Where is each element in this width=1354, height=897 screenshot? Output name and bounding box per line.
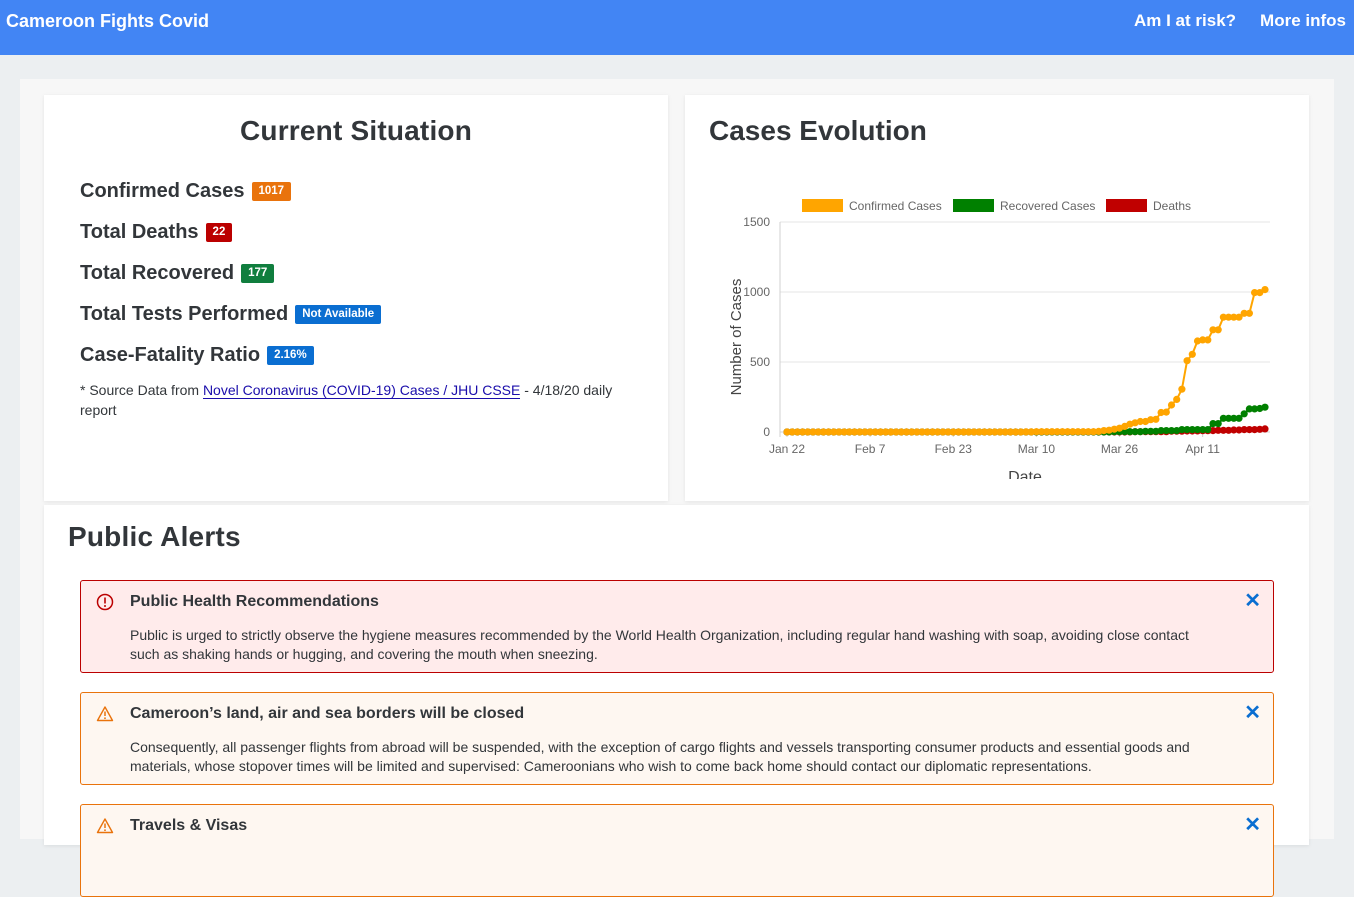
data-point (1214, 326, 1222, 334)
app-title[interactable]: Cameroon Fights Covid (6, 11, 209, 31)
stats-list: Confirmed Cases 1017 Total Deaths 22 Tot… (80, 171, 668, 376)
legend-label: Recovered Cases (1000, 199, 1095, 213)
source-prefix: * Source Data from (80, 382, 203, 398)
x-tick-label: Apr 11 (1185, 442, 1220, 456)
stat-total-tests: Total Tests Performed Not Available (80, 294, 668, 335)
cases-evolution-title: Cases Evolution (709, 115, 927, 146)
data-point (1261, 425, 1269, 433)
series-line (787, 288, 1266, 433)
data-point (1162, 408, 1170, 416)
top-navbar: Cameroon Fights Covid Am I at risk? More… (0, 0, 1354, 55)
data-point (1245, 309, 1253, 317)
data-point (1214, 420, 1222, 428)
main-content: Current Situation Confirmed Cases 1017 T… (20, 79, 1334, 897)
stat-label: Confirmed Cases (80, 180, 245, 202)
total-deaths-badge: 22 (205, 223, 233, 242)
stat-total-recovered: Total Recovered 177 (80, 253, 668, 294)
y-tick-label: 0 (763, 425, 770, 439)
alert-title: Public Health Recommendations (130, 593, 379, 610)
stat-label: Case-Fatality Ratio (80, 344, 261, 366)
data-point (1152, 415, 1160, 423)
alert-title: Cameroon’s land, air and sea borders wil… (130, 705, 525, 722)
data-point (1261, 286, 1269, 294)
legend-swatch (953, 199, 994, 212)
current-situation-card: Current Situation Confirmed Cases 1017 T… (44, 95, 668, 501)
stat-case-fatality-ratio: Case-Fatality Ratio 2.16% (80, 335, 668, 376)
stat-label: Total Deaths (80, 221, 199, 243)
data-point (1204, 336, 1212, 344)
close-icon[interactable]: ✕ (1244, 815, 1261, 835)
alert-borders-closed: Cameroon’s land, air and sea borders wil… (80, 692, 1274, 785)
stat-confirmed-cases: Confirmed Cases 1017 (80, 171, 668, 212)
data-point (1167, 401, 1176, 409)
stat-label: Total Recovered (80, 262, 235, 284)
y-axis-title: Number of Cases (728, 279, 745, 396)
x-tick-label: Feb 23 (935, 442, 973, 456)
current-situation-title: Current Situation (239, 115, 473, 146)
data-point (1183, 357, 1191, 365)
legend-label: Deaths (1153, 199, 1191, 213)
y-tick-label: 1000 (743, 285, 770, 299)
data-point (1188, 350, 1196, 358)
y-tick-label: 500 (750, 355, 770, 369)
source-note: * Source Data from Novel Coronavirus (CO… (80, 380, 640, 420)
legend-swatch (1106, 199, 1147, 212)
total-tests-badge: Not Available (295, 305, 382, 324)
alert-public-health: Public Health Recommendations ✕ Public i… (80, 580, 1274, 673)
warning-triangle-icon (96, 706, 114, 722)
data-point (1178, 385, 1186, 393)
alert-title: Travels & Visas (130, 817, 248, 834)
total-recovered-badge: 177 (241, 264, 275, 283)
legend-swatch (802, 199, 843, 212)
case-fatality-badge: 2.16% (267, 346, 314, 365)
cases-evolution-chart: 0 500 1000 1500 Jan 22 Feb 7 Feb 23 Mar 10 Mar 2… (728, 199, 1270, 479)
y-tick-label: 1500 (743, 215, 770, 229)
confirmed-cases-badge: 1017 (251, 182, 292, 201)
stat-label: Total Tests Performed (80, 303, 289, 325)
exclamation-circle-icon (96, 593, 114, 611)
nav-links: Am I at risk? More infos (1134, 11, 1346, 31)
x-tick-label: Mar 10 (1018, 442, 1056, 456)
x-tick-label: Jan 22 (769, 442, 805, 456)
cases-evolution-card: Cases Evolution 0 500 1000 1500 Jan 22 Feb 7 F… (685, 95, 1309, 501)
data-point (1204, 426, 1212, 434)
alert-body: Consequently, all passenger flights from… (130, 739, 1190, 774)
source-link[interactable]: Novel Coronavirus (COVID-19) Cases / JHU… (202, 382, 521, 399)
alert-body: Public is urged to strictly observe the … (130, 627, 1189, 662)
nav-am-i-at-risk-link[interactable]: Am I at risk? (1134, 11, 1236, 31)
stat-total-deaths: Total Deaths 22 (80, 212, 668, 253)
close-icon[interactable]: ✕ (1244, 591, 1261, 611)
x-tick-label: Feb 7 (855, 442, 886, 456)
data-point (1173, 395, 1181, 403)
warning-triangle-icon (96, 818, 114, 834)
x-tick-label: Mar 26 (1101, 442, 1139, 456)
public-alerts-title: Public Alerts (68, 521, 241, 552)
data-point (1261, 403, 1269, 411)
legend-label: Confirmed Cases (849, 199, 942, 213)
nav-more-infos-link[interactable]: More infos (1260, 11, 1346, 31)
alert-travels-visas: Travels & Visas ✕ (80, 804, 1274, 897)
public-alerts-section: Public Alerts Public Health Recommendati… (44, 505, 1309, 897)
x-axis-title: Date (1008, 469, 1042, 479)
close-icon[interactable]: ✕ (1244, 703, 1261, 723)
